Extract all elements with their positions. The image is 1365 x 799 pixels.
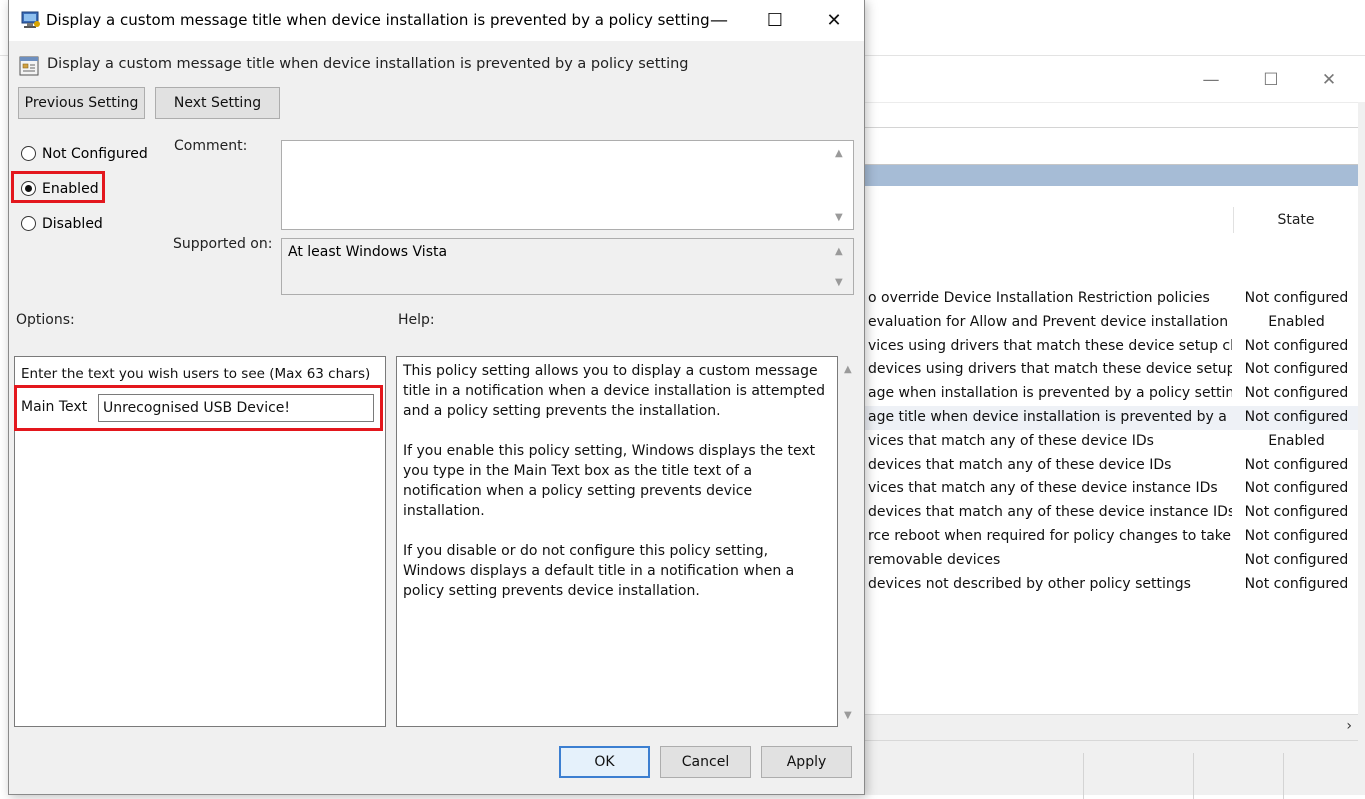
table-row[interactable]: devices using drivers that match these d…	[863, 358, 1358, 382]
main-text-highlight-box	[14, 385, 383, 431]
row-state: Not configured	[1244, 528, 1349, 544]
status-divider	[1283, 753, 1284, 799]
comment-scroll-down-icon[interactable]: ▼	[835, 212, 858, 223]
row-state: Not configured	[1244, 551, 1349, 568]
table-row[interactable]: rce reboot when required for policy chan…	[863, 525, 1358, 549]
row-setting-name: age title when device installation is pr…	[868, 409, 1232, 425]
row-setting-name: o override Device Installation Restricti…	[868, 290, 1210, 306]
row-state: Not configured	[1244, 504, 1349, 521]
bg-close-button[interactable]: ✕	[1319, 70, 1339, 90]
table-row[interactable]: vices that match any of these device ins…	[863, 477, 1358, 501]
enabled-highlight-box	[11, 171, 105, 203]
row-state: Not configured	[1244, 409, 1349, 425]
row-state: Enabled	[1268, 432, 1325, 449]
row-setting-name: vices that match any of these device ins…	[868, 480, 1218, 497]
row-state: Not configured	[1244, 290, 1349, 306]
row-setting-name: devices using drivers that match these d…	[868, 361, 1232, 378]
supported-scroll-down-icon[interactable]: ▼	[835, 277, 858, 288]
table-row[interactable]: age title when device installation is pr…	[863, 406, 1358, 430]
table-row[interactable]: evaluation for Allow and Prevent device …	[863, 311, 1358, 335]
policy-editor-statusbar	[863, 740, 1358, 799]
options-instruction: Enter the text you wish users to see (Ma…	[21, 366, 371, 382]
policy-editor-window: — ☐ ✕ State o override Device Installati…	[862, 58, 1365, 799]
comment-label: Comment:	[174, 138, 248, 154]
dialog-titlebar: Display a custom message title when devi…	[9, 0, 864, 41]
help-paragraph: This policy setting allows you to displa…	[403, 363, 826, 419]
next-setting-button[interactable]: Next Setting	[155, 87, 280, 119]
row-setting-name: devices that match any of these device i…	[868, 504, 1232, 521]
supported-scroll-up-icon[interactable]: ▲	[835, 246, 858, 257]
row-setting-name: age when installation is prevented by a …	[868, 385, 1232, 402]
list-horizontal-scrollbar[interactable]: ›	[863, 714, 1358, 740]
table-row[interactable]: vices using drivers that match these dev…	[863, 335, 1358, 359]
help-section-label: Help:	[398, 312, 435, 328]
close-button[interactable]: ✕	[814, 6, 854, 36]
radio-not-configured-label: Not Configured	[42, 146, 148, 162]
table-row[interactable]: removable devices Not configured	[863, 549, 1358, 573]
policy-name: Display a custom message title when devi…	[47, 56, 689, 72]
comment-scroll-up-icon[interactable]: ▲	[835, 148, 858, 159]
computer-policy-icon	[21, 11, 40, 28]
row-state: Not configured	[1244, 575, 1349, 592]
bg-maximize-button[interactable]: ☐	[1261, 70, 1281, 90]
row-state: Not configured	[1244, 456, 1349, 473]
row-state: Not configured	[1244, 385, 1349, 402]
supported-on-label: Supported on:	[173, 236, 273, 252]
radio-disabled-circle[interactable]	[21, 216, 36, 231]
policy-setting-dialog: Display a custom message title when devi…	[8, 0, 865, 795]
table-row[interactable]: vices that match any of these device IDs…	[863, 430, 1358, 454]
radio-disabled[interactable]: Disabled	[21, 214, 121, 236]
policy-header: Display a custom message title when devi…	[9, 41, 864, 84]
table-row[interactable]: devices that match any of these device I…	[863, 454, 1358, 478]
apply-button[interactable]: Apply	[761, 746, 852, 778]
help-paragraph: If you enable this policy setting, Windo…	[403, 443, 816, 519]
help-scroll-down-icon[interactable]: ▼	[844, 710, 858, 721]
row-state: Not configured	[1244, 361, 1349, 378]
dialog-title: Display a custom message title when devi…	[46, 11, 710, 29]
policy-settings-list: State o override Device Installation Res…	[863, 164, 1358, 740]
table-row[interactable]: devices that match any of these device i…	[863, 501, 1358, 525]
help-panel: This policy setting allows you to displa…	[396, 356, 838, 727]
row-setting-name: devices that match any of these device I…	[868, 456, 1172, 473]
status-divider	[1193, 753, 1194, 799]
help-text: This policy setting allows you to displa…	[403, 361, 833, 621]
row-setting-name: devices not described by other policy se…	[868, 575, 1191, 592]
table-row[interactable]: age when installation is prevented by a …	[863, 382, 1358, 406]
row-setting-name: removable devices	[868, 551, 1001, 568]
help-scroll-up-icon[interactable]: ▲	[844, 364, 858, 375]
row-setting-name: vices that match any of these device IDs	[868, 432, 1154, 449]
radio-not-configured-circle[interactable]	[21, 146, 36, 161]
policy-editor-menubar	[863, 102, 1358, 128]
ok-button[interactable]: OK	[559, 746, 650, 778]
column-header-state[interactable]: State	[1233, 207, 1358, 233]
policy-editor-titlebar: — ☐ ✕	[863, 58, 1365, 102]
policy-editor-toolbar	[863, 128, 1358, 164]
table-row[interactable]: devices not described by other policy se…	[863, 573, 1358, 597]
maximize-button[interactable]: ☐	[755, 6, 795, 36]
radio-not-configured[interactable]: Not Configured	[21, 144, 151, 166]
table-row[interactable]: o override Device Installation Restricti…	[863, 287, 1358, 311]
cancel-button[interactable]: Cancel	[660, 746, 751, 778]
help-paragraph: If you disable or do not configure this …	[403, 543, 795, 599]
status-divider	[1083, 753, 1084, 799]
scroll-right-icon[interactable]: ›	[1346, 718, 1352, 734]
row-state: Not configured	[1244, 337, 1349, 354]
options-section-label: Options:	[16, 312, 75, 328]
list-header-band	[863, 165, 1358, 186]
radio-disabled-label: Disabled	[42, 216, 103, 232]
row-state: Not configured	[1244, 480, 1349, 497]
list-vertical-scrollbar[interactable]	[1358, 164, 1365, 784]
row-state: Enabled	[1268, 313, 1325, 330]
previous-setting-button[interactable]: Previous Setting	[18, 87, 145, 119]
row-setting-name: evaluation for Allow and Prevent device …	[868, 313, 1232, 330]
bg-minimize-button[interactable]: —	[1201, 70, 1221, 90]
policy-setting-icon	[19, 56, 39, 76]
row-setting-name: vices using drivers that match these dev…	[868, 337, 1232, 354]
supported-on-field: At least Windows Vista	[281, 238, 854, 295]
comment-textarea[interactable]	[281, 140, 854, 230]
minimize-button[interactable]: —	[699, 6, 739, 36]
row-setting-name: rce reboot when required for policy chan…	[868, 528, 1232, 544]
